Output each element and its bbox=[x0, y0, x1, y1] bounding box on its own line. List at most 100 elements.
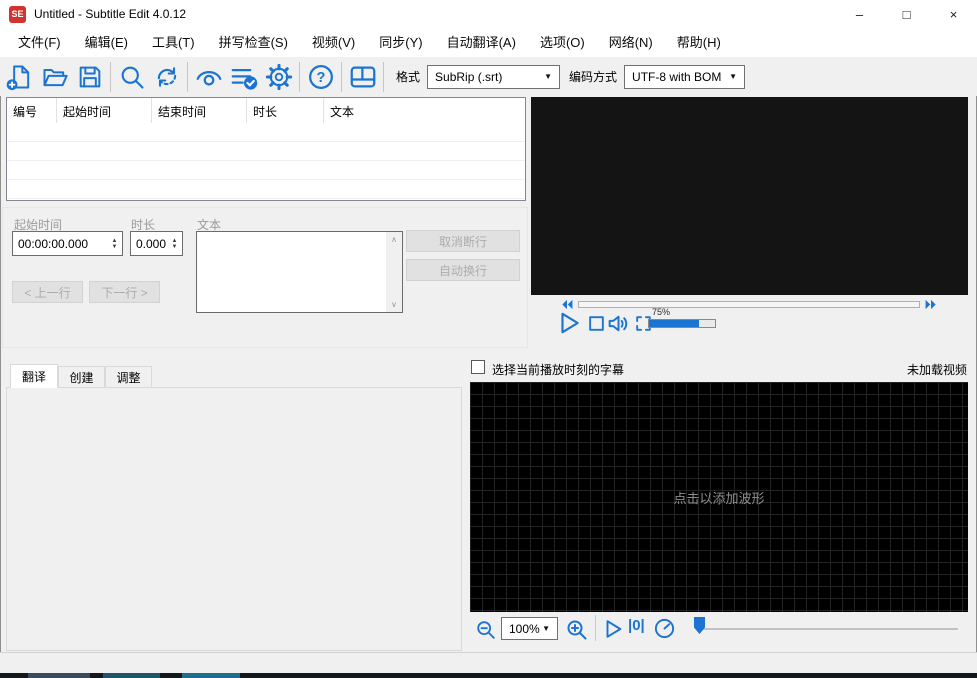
close-button[interactable]: × bbox=[930, 0, 977, 28]
subtitle-list[interactable]: 编号 起始时间 结束时间 时长 文本 bbox=[6, 97, 526, 201]
new-file-button[interactable] bbox=[2, 60, 37, 93]
volume-icon[interactable] bbox=[606, 311, 631, 336]
select-current-subtitle-checkbox[interactable] bbox=[471, 360, 485, 374]
scroll-down-icon[interactable]: ∨ bbox=[391, 300, 397, 309]
start-time-input[interactable]: 00:00:00.000 ▲ ▼ bbox=[12, 231, 123, 256]
column-start-time[interactable]: 起始时间 bbox=[57, 98, 152, 123]
status-bar bbox=[0, 652, 977, 674]
separator bbox=[595, 615, 596, 641]
chevron-down-icon: ▼ bbox=[544, 72, 553, 81]
volume-fill bbox=[649, 320, 699, 327]
seek-back-icon[interactable] bbox=[560, 299, 574, 310]
svg-text:?: ? bbox=[316, 70, 325, 86]
duration-input[interactable]: 0.000 ▲ ▼ bbox=[130, 231, 183, 256]
toolbar-separator bbox=[187, 61, 188, 92]
menu-help[interactable]: 帮助(H) bbox=[665, 28, 733, 57]
play-button[interactable] bbox=[556, 310, 582, 336]
eye-icon bbox=[196, 70, 221, 86]
menu-bar: 文件(F) 编辑(E) 工具(T) 拼写检查(S) 视频(V) 同步(Y) 自动… bbox=[0, 28, 977, 57]
subtitle-text-area[interactable]: ∧ ∨ bbox=[196, 231, 403, 313]
title-bar: SE Untitled - Subtitle Edit 4.0.12 – □ × bbox=[0, 0, 977, 28]
subtitle-list-body[interactable] bbox=[7, 123, 525, 200]
reset-position-button[interactable]: |0| bbox=[628, 617, 645, 634]
find-button[interactable] bbox=[114, 60, 149, 93]
encoding-label: 编码方式 bbox=[569, 70, 618, 84]
column-end-time[interactable]: 结束时间 bbox=[152, 98, 247, 123]
seek-forward-icon[interactable] bbox=[924, 299, 938, 310]
previous-line-button[interactable]: < 上一行 bbox=[12, 281, 83, 303]
tab-create[interactable]: 创建 bbox=[58, 366, 105, 388]
video-status-text: 未加载视频 bbox=[906, 363, 967, 377]
menu-spellcheck[interactable]: 拼写检查(S) bbox=[207, 28, 300, 57]
menu-options[interactable]: 选项(O) bbox=[528, 28, 597, 57]
new-file-icon bbox=[6, 65, 29, 90]
format-value: SubRip (.srt) bbox=[435, 69, 503, 84]
layout-button[interactable] bbox=[345, 60, 380, 93]
spell-check-button[interactable] bbox=[226, 60, 261, 93]
volume-slider[interactable] bbox=[648, 319, 716, 328]
window-title: Untitled - Subtitle Edit 4.0.12 bbox=[34, 7, 187, 21]
unbreak-button[interactable]: 取消断行 bbox=[406, 230, 520, 252]
waveform-placeholder: 点击以添加波形 bbox=[673, 490, 765, 506]
scrollbar[interactable]: ∧ ∨ bbox=[386, 232, 402, 312]
zoom-in-icon[interactable] bbox=[565, 618, 589, 642]
waveform-play-button[interactable] bbox=[602, 618, 624, 640]
tab-adjust[interactable]: 调整 bbox=[105, 366, 152, 388]
encoding-value: UTF-8 with BOM bbox=[632, 69, 722, 84]
spinner-arrows-icon[interactable]: ▲ ▼ bbox=[107, 232, 122, 255]
playback-speed-icon[interactable] bbox=[653, 617, 676, 640]
video-seek-bar[interactable] bbox=[578, 301, 920, 308]
slider-thumb[interactable] bbox=[694, 617, 705, 634]
minimize-button[interactable]: – bbox=[836, 0, 883, 28]
column-number[interactable]: 编号 bbox=[7, 98, 57, 123]
toolbar-separator bbox=[110, 61, 111, 92]
spell-check-icon bbox=[231, 68, 257, 90]
scroll-up-icon[interactable]: ∧ bbox=[391, 235, 397, 244]
open-file-button[interactable] bbox=[37, 60, 72, 93]
help-icon: ? bbox=[308, 64, 333, 89]
menu-edit[interactable]: 编辑(E) bbox=[73, 28, 140, 57]
app-logo-icon: SE bbox=[9, 5, 26, 23]
column-text[interactable]: 文本 bbox=[324, 98, 525, 123]
taskbar-item bbox=[103, 673, 160, 678]
zoom-out-icon[interactable] bbox=[475, 619, 497, 641]
save-file-button[interactable] bbox=[72, 60, 107, 93]
menu-autotranslate[interactable]: 自动翻译(A) bbox=[435, 28, 528, 57]
translate-tab-panel bbox=[6, 387, 462, 651]
search-icon bbox=[121, 66, 144, 89]
settings-button[interactable] bbox=[261, 60, 296, 93]
waveform-position-slider[interactable] bbox=[700, 628, 958, 630]
chevron-down-icon: ▼ bbox=[729, 72, 738, 81]
toolbar-separator bbox=[299, 61, 300, 92]
stop-button[interactable] bbox=[587, 314, 606, 333]
subtitle-list-header: 编号 起始时间 结束时间 时长 文本 bbox=[7, 98, 525, 123]
toolbar-separator bbox=[341, 61, 342, 92]
auto-break-button[interactable]: 自动换行 bbox=[406, 259, 520, 281]
encoding-select[interactable]: UTF-8 with BOM ▼ bbox=[624, 64, 746, 89]
menu-network[interactable]: 网络(N) bbox=[597, 28, 665, 57]
menu-file[interactable]: 文件(F) bbox=[6, 28, 73, 57]
replace-icon bbox=[157, 66, 176, 87]
select-current-subtitle-label: 选择当前播放时刻的字幕 bbox=[492, 363, 625, 377]
save-icon bbox=[79, 66, 100, 87]
column-duration[interactable]: 时长 bbox=[247, 98, 324, 123]
menu-video[interactable]: 视频(V) bbox=[300, 28, 367, 57]
next-line-button[interactable]: 下一行 > bbox=[89, 281, 160, 303]
video-player-surface[interactable] bbox=[531, 97, 968, 295]
menu-sync[interactable]: 同步(Y) bbox=[367, 28, 434, 57]
taskbar-item bbox=[182, 673, 240, 678]
format-select[interactable]: SubRip (.srt) ▼ bbox=[427, 64, 561, 89]
chevron-down-icon: ▼ bbox=[542, 624, 550, 633]
waveform-area[interactable]: 点击以添加波形 bbox=[470, 382, 968, 612]
waveform-zoom-select[interactable]: 100% ▼ bbox=[501, 617, 558, 640]
maximize-button[interactable]: □ bbox=[883, 0, 930, 28]
spinner-arrows-icon[interactable]: ▲ ▼ bbox=[167, 232, 182, 255]
open-folder-icon bbox=[43, 68, 68, 86]
visual-sync-button[interactable] bbox=[191, 60, 226, 93]
format-label: 格式 bbox=[396, 70, 421, 84]
help-button[interactable]: ? bbox=[303, 60, 338, 93]
menu-tools[interactable]: 工具(T) bbox=[140, 28, 207, 57]
toolbar: ? 格式 SubRip (.srt) ▼ 编码方式 UTF-8 with BOM… bbox=[0, 57, 977, 96]
replace-button[interactable] bbox=[149, 60, 184, 93]
tab-translate[interactable]: 翻译 bbox=[10, 364, 58, 388]
